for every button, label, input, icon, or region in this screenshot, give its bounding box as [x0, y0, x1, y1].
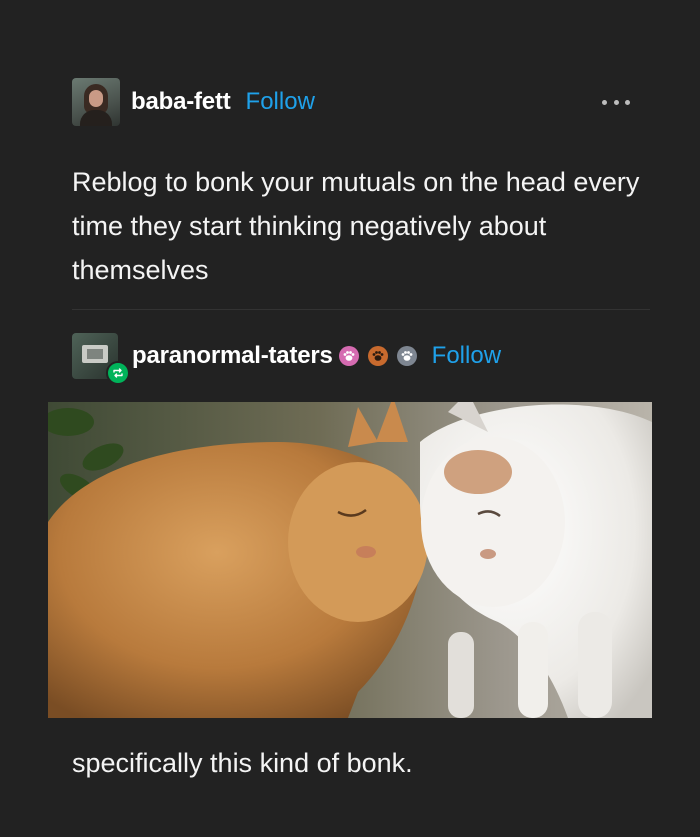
tumblr-post: baba-fett Follow Reblog to bonk your mut… — [0, 0, 700, 837]
reblog-icon — [106, 361, 130, 385]
op-header: baba-fett Follow — [72, 78, 315, 126]
reblog-follow-button[interactable]: Follow — [432, 342, 501, 370]
post-text: Reblog to bonk your mutuals on the head … — [72, 167, 640, 285]
avatar[interactable] — [72, 78, 120, 126]
paw-badge-icon[interactable] — [338, 346, 359, 366]
reblog-caption: specifically this kind of bonk. — [72, 748, 413, 778]
paw-badge-icon[interactable] — [396, 346, 417, 366]
more-options-icon[interactable] — [602, 97, 630, 107]
follow-button[interactable]: Follow — [246, 88, 315, 116]
reblog-avatar[interactable] — [72, 333, 130, 385]
user-badges — [338, 346, 426, 366]
divider — [72, 309, 650, 310]
paw-badge-icon[interactable] — [367, 346, 388, 366]
username[interactable]: baba-fett — [131, 88, 231, 116]
reblog-username[interactable]: paranormal-taters — [132, 342, 333, 370]
reblog-header: paranormal-taters Follow — [72, 332, 501, 385]
cats-photo[interactable] — [48, 402, 652, 718]
